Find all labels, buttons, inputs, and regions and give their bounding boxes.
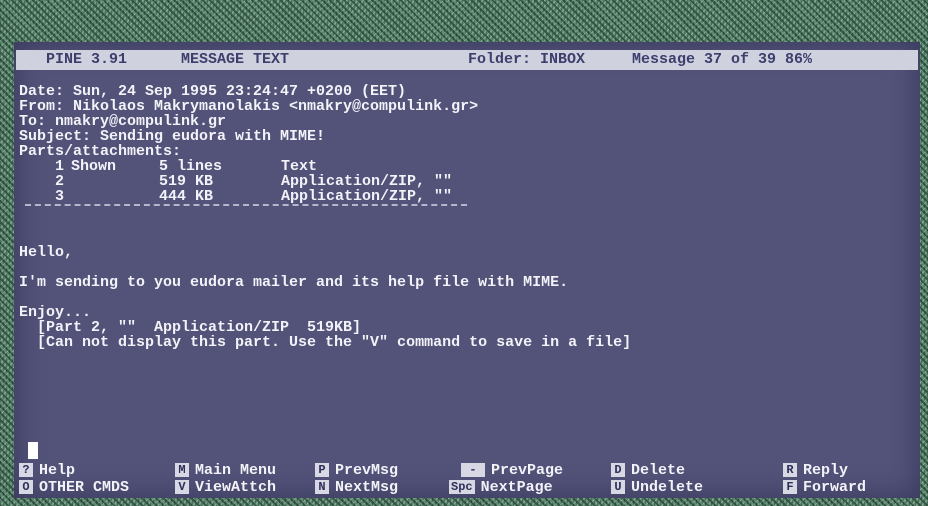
help-command[interactable]: ? Help xyxy=(19,463,75,479)
header-from: From: Nikolaos Makrymanolakis <nmakry@co… xyxy=(19,98,479,115)
text-cursor xyxy=(28,442,38,459)
prev-page-key: - xyxy=(461,463,485,477)
undelete-key: U xyxy=(611,480,625,494)
other-label: OTHER CMDS xyxy=(39,479,130,496)
attachment-row[interactable]: 1 Shown 5 lines Text xyxy=(19,159,909,174)
next-message-key: N xyxy=(315,480,329,494)
attachment-unit: 5 lines xyxy=(159,158,223,175)
attachment-type: Application/ZIP, "" xyxy=(281,173,453,190)
help-key: ? xyxy=(19,463,33,477)
delete-label: Delete xyxy=(631,462,686,479)
message-body: Date: Sun, 24 Sep 1995 23:24:47 +0200 (E… xyxy=(19,84,909,350)
prev-page-command[interactable]: - PrevPage xyxy=(461,463,563,479)
main-menu-command[interactable]: M Main Menu xyxy=(175,463,276,479)
attachment-type: Text xyxy=(281,158,318,175)
screen-mode: MESSAGE TEXT xyxy=(181,51,290,68)
attachment-notice: [Part 2, "" Application/ZIP 519KB] xyxy=(19,319,362,336)
next-message-command[interactable]: N NextMsg xyxy=(315,480,398,496)
delete-key: D xyxy=(611,463,625,477)
attachment-row[interactable]: 2 519 KB Application/ZIP, "" xyxy=(19,174,909,189)
app-version: PINE 3.91 xyxy=(46,51,128,68)
next-page-command[interactable]: Spc NextPage xyxy=(449,480,553,496)
command-menu: ? Help O OTHER CMDS M Main Menu V ViewAttch … xyxy=(19,463,919,497)
view-attachment-command[interactable]: V ViewAttch xyxy=(175,480,276,496)
reply-command[interactable]: R Reply xyxy=(783,463,848,479)
terminal-screen: PINE 3.91 MESSAGE TEXT Folder: INBOX Mes… xyxy=(14,42,920,498)
attachment-number: 2 xyxy=(55,173,65,190)
prev-message-label: PrevMsg xyxy=(335,462,399,479)
message-line: I'm sending to you eudora mailer and its… xyxy=(19,274,569,291)
parts-label: Parts/attachments: xyxy=(19,143,182,160)
help-label: Help xyxy=(39,462,76,479)
prev-page-label: PrevPage xyxy=(491,462,564,479)
message-position: Message 37 of 39 86% xyxy=(632,51,813,68)
view-attachment-label: ViewAttch xyxy=(195,479,277,496)
other-key: O xyxy=(19,480,33,494)
header-subject: Subject: Sending eudora with MIME! xyxy=(19,128,326,145)
display-notice: [Can not display this part. Use the "V" … xyxy=(19,334,632,351)
header-to: To: nmakry@compulink.gr xyxy=(19,113,227,130)
main-menu-key: M xyxy=(175,463,189,477)
undelete-label: Undelete xyxy=(631,479,704,496)
next-message-label: NextMsg xyxy=(335,479,399,496)
attachment-size: 519 xyxy=(159,173,187,190)
forward-label: Forward xyxy=(803,479,867,496)
reply-key: R xyxy=(783,463,797,477)
reply-label: Reply xyxy=(803,462,849,479)
next-page-key: Spc xyxy=(449,480,475,494)
prev-message-key: P xyxy=(315,463,329,477)
undelete-command[interactable]: U Undelete xyxy=(611,480,703,496)
next-page-label: NextPage xyxy=(480,479,553,496)
view-attachment-key: V xyxy=(175,480,189,494)
prev-message-command[interactable]: P PrevMsg xyxy=(315,463,398,479)
folder-name: Folder: INBOX xyxy=(468,51,586,68)
attachment-row[interactable]: 3 444 KB Application/ZIP, "" xyxy=(19,189,909,204)
main-menu-label: Main Menu xyxy=(195,462,277,479)
forward-key: F xyxy=(783,480,797,494)
attachment-number: 1 xyxy=(55,158,65,175)
delete-command[interactable]: D Delete xyxy=(611,463,685,479)
attachment-unit: KB xyxy=(195,188,214,205)
attachment-number: 3 xyxy=(55,188,65,205)
other-commands[interactable]: O OTHER CMDS xyxy=(19,480,129,496)
attachment-unit: KB xyxy=(195,173,214,190)
attachment-type: Application/ZIP, "" xyxy=(281,188,453,205)
message-greeting: Hello, xyxy=(19,244,74,261)
header-date: Date: Sun, 24 Sep 1995 23:24:47 +0200 (E… xyxy=(19,83,407,100)
attachment-size: 444 xyxy=(159,188,187,205)
forward-command[interactable]: F Forward xyxy=(783,480,866,496)
message-closing: Enjoy... xyxy=(19,304,92,321)
attachment-size: Shown xyxy=(71,158,117,175)
title-bar: PINE 3.91 MESSAGE TEXT Folder: INBOX Mes… xyxy=(16,50,918,70)
